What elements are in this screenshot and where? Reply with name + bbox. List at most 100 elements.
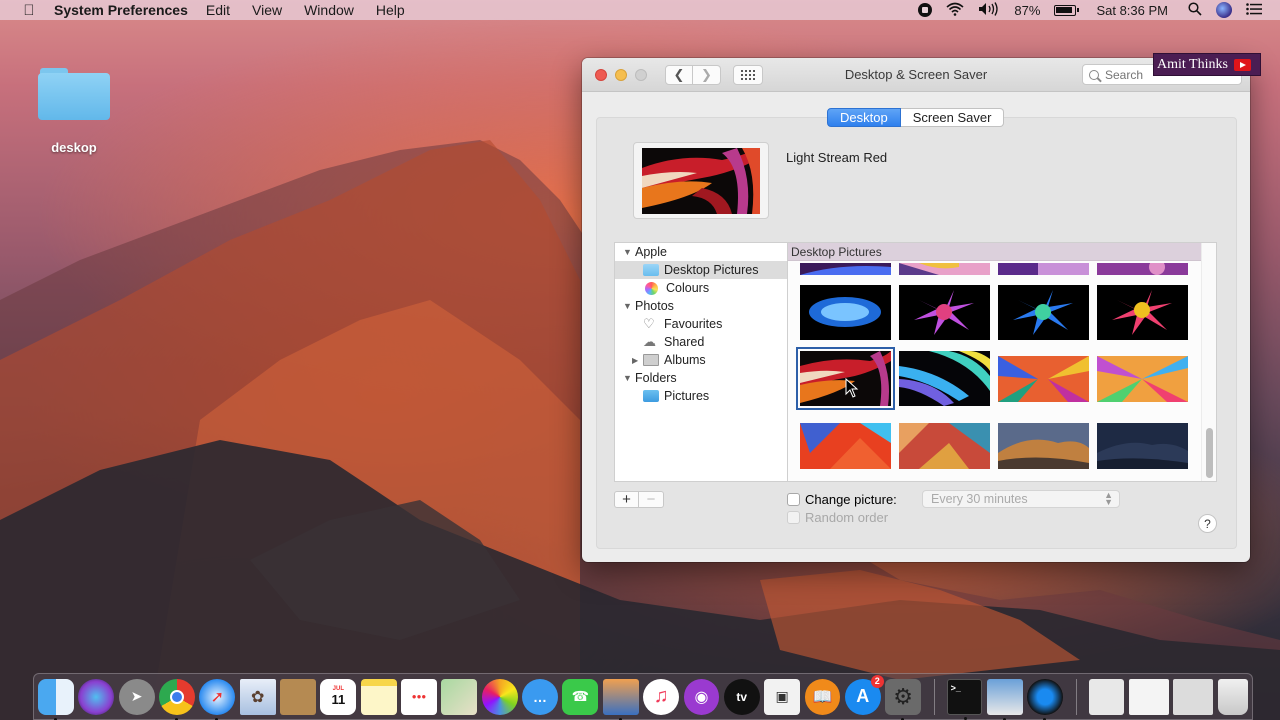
wallpaper-thumbnail[interactable]	[800, 423, 891, 469]
dock-app-store-icon[interactable]: A2	[844, 674, 884, 715]
wallpaper-thumbnail[interactable]	[1097, 263, 1188, 275]
tab-screen-saver[interactable]: Screen Saver	[900, 108, 1005, 127]
dock-downloads-stack-icon[interactable]	[1088, 678, 1125, 715]
menu-window[interactable]: Window	[304, 2, 354, 18]
change-picture-option[interactable]: Change picture:	[787, 492, 897, 507]
disclosure-expanded-icon[interactable]: ▼	[623, 247, 635, 257]
dock-terminal-icon[interactable]: >_	[946, 678, 983, 720]
wallpaper-thumbnail[interactable]	[998, 263, 1089, 275]
wallpaper-thumbnail[interactable]	[1097, 356, 1188, 402]
show-all-button[interactable]	[733, 64, 763, 85]
screen-record-icon[interactable]	[918, 3, 933, 17]
wallpaper-thumbnail[interactable]	[899, 263, 990, 275]
menu-edit[interactable]: Edit	[206, 2, 230, 18]
add-folder-button[interactable]: +	[614, 491, 639, 508]
source-item-favourites[interactable]: ♡ Favourites	[615, 315, 787, 333]
wallpaper-thumbnail[interactable]	[899, 285, 990, 340]
dock-calendar-icon[interactable]: JUL 11	[320, 678, 357, 715]
source-item-shared[interactable]: ☁ Shared	[615, 333, 787, 351]
random-order-checkbox[interactable]	[787, 511, 800, 524]
disclosure-expanded-icon[interactable]: ▼	[623, 301, 635, 311]
dock-safari-icon[interactable]: ➚	[199, 678, 236, 720]
dock-preview-window-icon[interactable]	[1173, 678, 1214, 715]
remove-folder-button[interactable]: −	[639, 491, 664, 508]
source-item-albums[interactable]: ▶ Albums	[615, 351, 787, 369]
wallpaper-thumbnail[interactable]	[998, 356, 1089, 402]
change-interval-select[interactable]: Every 30 minutes ▲ ▼	[922, 490, 1120, 508]
forward-button[interactable]: ❯	[693, 64, 721, 85]
close-button[interactable]	[595, 68, 607, 81]
dock-preview-icon[interactable]	[986, 678, 1023, 720]
source-group-folders[interactable]: ▼ Folders	[615, 369, 787, 387]
dock-facetime-icon[interactable]: ☎	[562, 678, 599, 715]
dock-photos-icon[interactable]	[481, 678, 518, 715]
picture-grid: Desktop Pictures	[787, 242, 1217, 482]
wallpaper-thumbnail[interactable]	[998, 285, 1089, 340]
dock-podcasts-icon[interactable]: ◉	[683, 678, 720, 715]
random-order-option[interactable]: Random order	[787, 510, 888, 525]
wallpaper-thumbnail[interactable]	[998, 423, 1089, 469]
back-button[interactable]: ❮	[665, 64, 693, 85]
clock[interactable]: Sat 8:36 PM	[1096, 3, 1168, 18]
dock-reminders-icon[interactable]: ●●●	[401, 678, 437, 715]
dock-keynote-icon[interactable]	[602, 678, 639, 720]
wallpaper-thumbnail[interactable]	[1097, 423, 1188, 469]
dock-chrome-icon[interactable]	[159, 678, 195, 720]
change-picture-checkbox[interactable]	[787, 493, 800, 506]
dock-contacts-icon[interactable]	[280, 678, 316, 715]
volume-icon[interactable]	[978, 1, 1000, 19]
dock-separator	[1075, 678, 1077, 715]
tab-desktop[interactable]: Desktop	[827, 108, 901, 127]
source-group-photos[interactable]: ▼ Photos	[615, 297, 787, 315]
menu-help[interactable]: Help	[376, 2, 405, 18]
app-store-badge: 2	[870, 674, 884, 688]
source-item-pictures[interactable]: Pictures	[615, 387, 787, 405]
disclosure-expanded-icon[interactable]: ▼	[623, 373, 635, 383]
zoom-button[interactable]	[635, 68, 647, 81]
wallpaper-thumbnail[interactable]	[1097, 285, 1188, 340]
source-item-desktop-pictures[interactable]: Desktop Pictures	[615, 261, 787, 279]
menu-view[interactable]: View	[252, 2, 282, 18]
minimize-button[interactable]	[615, 68, 627, 81]
dock-system-preferences-icon[interactable]: ⚙	[885, 678, 922, 720]
dock-tv-icon[interactable]: tv	[723, 678, 760, 715]
disclosure-collapsed-icon[interactable]: ▶	[632, 356, 638, 365]
dock-notes-icon[interactable]	[360, 678, 397, 715]
source-item-colours[interactable]: Colours	[615, 279, 787, 297]
dock-trash-icon[interactable]	[1217, 678, 1248, 715]
dock-maps-icon[interactable]	[441, 678, 478, 715]
dock-siri-icon[interactable]	[78, 678, 115, 715]
dock-chrome-window-icon[interactable]	[1128, 678, 1169, 715]
source-group-label: Photos	[635, 299, 674, 313]
wallpaper-thumbnail[interactable]	[800, 285, 891, 340]
dock-mail-icon[interactable]: ✿	[239, 678, 276, 715]
dock-launchpad-icon[interactable]: ➤	[118, 678, 155, 715]
scrollbar-thumb[interactable]	[1206, 428, 1213, 478]
battery-icon[interactable]	[1054, 4, 1080, 16]
source-group-apple[interactable]: ▼ Apple	[615, 243, 787, 261]
dock-books-icon[interactable]: 📖	[804, 678, 841, 715]
tv-label: tv	[736, 689, 748, 704]
siri-icon[interactable]	[1216, 2, 1232, 18]
source-item-label: Albums	[664, 353, 706, 367]
wallpaper-thumbnail[interactable]	[899, 423, 990, 469]
dock-finder-icon[interactable]	[38, 678, 74, 720]
grid-scrollbar[interactable]	[1201, 243, 1216, 481]
window-titlebar[interactable]: ❮ ❯ Desktop & Screen Saver	[582, 58, 1250, 92]
dock-music-icon[interactable]: ♫	[643, 678, 679, 715]
color-wheel-icon	[645, 281, 658, 295]
notification-center-icon[interactable]	[1246, 2, 1262, 18]
apple-menu-icon[interactable]: 	[20, 2, 38, 19]
source-item-label: Favourites	[664, 317, 723, 331]
menu-bar-status-area: 87% Sat 8:36 PM	[918, 0, 1262, 20]
dock-quicktime-icon[interactable]	[1027, 678, 1064, 720]
desktop-folder[interactable]: deskop	[38, 68, 110, 155]
dock-screenshot-icon[interactable]: ▣	[764, 678, 801, 715]
help-button[interactable]: ?	[1198, 514, 1217, 533]
dock-messages-icon[interactable]: …	[522, 678, 558, 715]
spotlight-search-icon[interactable]	[1188, 1, 1202, 19]
menu-app-name[interactable]: System Preferences	[54, 2, 188, 18]
wallpaper-thumbnail[interactable]	[899, 351, 990, 406]
wallpaper-thumbnail[interactable]	[800, 263, 891, 275]
wifi-icon[interactable]	[946, 2, 964, 19]
